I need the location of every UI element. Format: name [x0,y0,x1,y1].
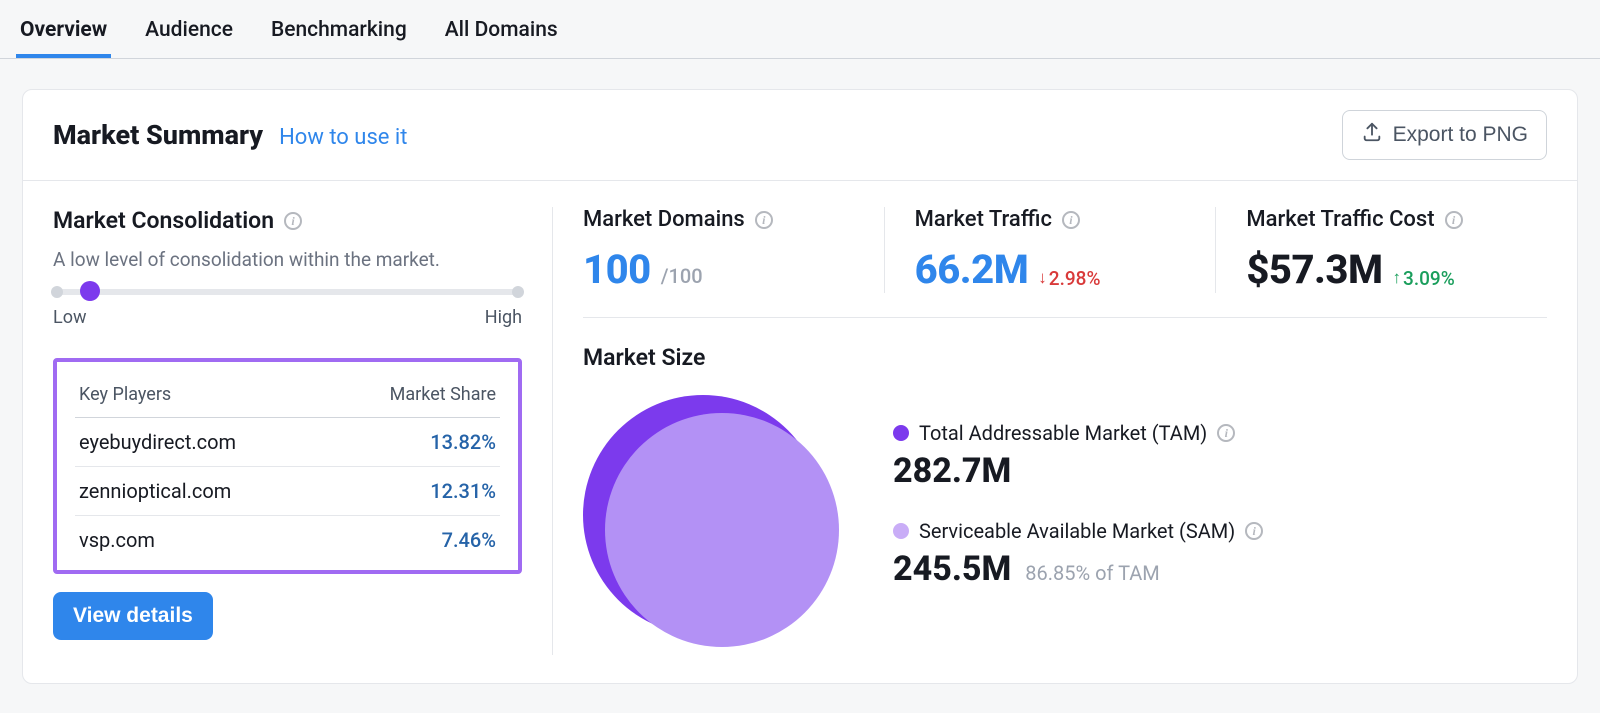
card-header: Market Summary How to use it Export to P… [23,90,1577,181]
legend-item-sam: Serviceable Available Market (SAM) i 245… [893,519,1263,589]
metric-cost-value: $57.3M [1246,246,1382,293]
right-column: Market Domains i 100/100 Market Traffic … [553,207,1547,655]
info-icon[interactable]: i [1445,211,1463,229]
tab-audience[interactable]: Audience [141,10,237,58]
info-icon[interactable]: i [1217,424,1235,442]
info-icon[interactable]: i [755,211,773,229]
table-row: zennioptical.com 12.31% [75,467,500,516]
consolidation-description: A low level of consolidation within the … [53,248,522,271]
metrics-row: Market Domains i 100/100 Market Traffic … [583,207,1547,318]
consolidation-slider: Low High [53,289,522,328]
market-summary-card: Market Summary How to use it Export to P… [22,89,1578,684]
player-domain[interactable]: vsp.com [79,528,155,552]
sam-value: 245.5M [893,549,1011,589]
arrow-up-icon: ↑ [1393,268,1402,288]
how-to-use-link[interactable]: How to use it [279,125,407,150]
metric-traffic-delta: ↓2.98% [1038,267,1100,290]
info-icon[interactable]: i [1245,522,1263,540]
tab-benchmarking[interactable]: Benchmarking [267,10,411,58]
metric-title-label: Market Traffic [915,207,1052,232]
tab-overview[interactable]: Overview [16,10,111,58]
tab-all-domains[interactable]: All Domains [441,10,562,58]
metric-title-label: Market Domains [583,207,745,232]
player-share: 7.46% [442,528,496,552]
metric-cost-delta: ↑3.09% [1393,267,1455,290]
player-share: 13.82% [430,430,496,454]
metric-traffic-value: 66.2M [915,246,1029,293]
metric-market-domains: Market Domains i 100/100 [583,207,884,293]
player-share: 12.31% [430,479,496,503]
col-key-players: Key Players [79,384,171,405]
market-size-legend: Total Addressable Market (TAM) i 282.7M … [893,421,1263,655]
table-row: vsp.com 7.46% [75,516,500,564]
legend-dot-sam [893,523,909,539]
table-row: eyebuydirect.com 13.82% [75,418,500,467]
market-size-title: Market Size [583,344,1547,371]
slider-label-low: Low [53,307,87,328]
page-title: Market Summary [53,119,263,151]
player-domain[interactable]: eyebuydirect.com [79,430,236,454]
view-details-button[interactable]: View details [53,592,213,640]
legend-item-tam: Total Addressable Market (TAM) i 282.7M [893,421,1263,491]
metric-domains-suffix: /100 [661,264,703,288]
export-icon [1361,121,1383,149]
col-market-share: Market Share [390,384,496,405]
legend-label: Total Addressable Market (TAM) [919,421,1207,445]
metric-title-label: Market Traffic Cost [1246,207,1434,232]
slider-end-low [51,286,63,298]
metric-domains-value: 100 [583,246,651,293]
sam-circle [605,413,839,647]
player-domain[interactable]: zennioptical.com [79,479,231,503]
market-consolidation-section: Market Consolidation i A low level of co… [53,207,553,655]
market-consolidation-title: Market Consolidation [53,207,274,234]
slider-label-high: High [485,307,522,328]
nav-tabs: Overview Audience Benchmarking All Domai… [0,0,1600,59]
legend-dot-tam [893,425,909,441]
info-icon[interactable]: i [284,212,302,230]
key-players-table: Key Players Market Share eyebuydirect.co… [53,358,522,574]
info-icon[interactable]: i [1062,211,1080,229]
arrow-down-icon: ↓ [1038,268,1047,288]
market-size-chart [583,395,843,655]
slider-end-high [512,286,524,298]
sam-pct-of-tam: 86.85% of TAM [1025,561,1159,585]
legend-label: Serviceable Available Market (SAM) [919,519,1235,543]
metric-market-traffic: Market Traffic i 66.2M ↓2.98% [884,207,1216,293]
export-button-label: Export to PNG [1393,123,1528,147]
slider-position-dot [80,281,100,301]
market-size-section: Total Addressable Market (TAM) i 282.7M … [583,401,1547,655]
metric-market-traffic-cost: Market Traffic Cost i $57.3M ↑3.09% [1215,207,1547,293]
tam-value: 282.7M [893,451,1011,491]
export-png-button[interactable]: Export to PNG [1342,110,1547,160]
